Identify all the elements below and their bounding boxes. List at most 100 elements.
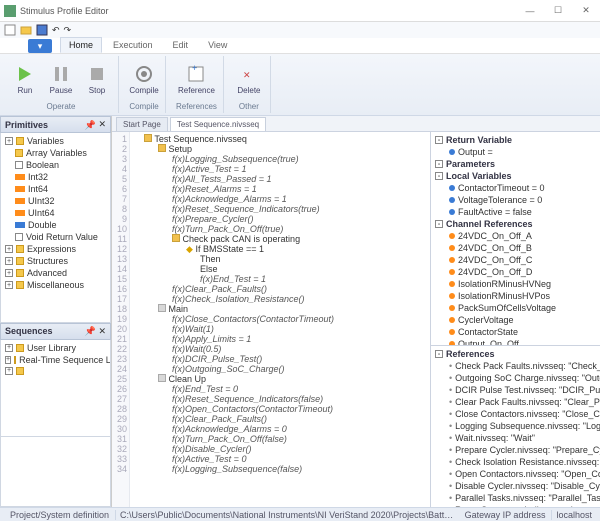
code-line[interactable]: f(x)Reset_Sequence_Indicators(true)	[134, 204, 426, 214]
code-line[interactable]: f(x)Disable_Cycler()	[134, 444, 426, 454]
code-line[interactable]: Clean Up	[134, 374, 426, 384]
code-line[interactable]: f(x)Close_Contactors(ContactorTimeout)	[134, 314, 426, 324]
pin-icon[interactable]: 📌	[84, 326, 94, 336]
ref-item[interactable]: •Parallel Tasks.nivsseq: "Parallel_Tasks…	[435, 492, 596, 504]
tree-node[interactable]: UInt32	[3, 195, 108, 207]
ref-item[interactable]: •Disable Cycler.nivsseq: "Disable_Cycler…	[435, 480, 596, 492]
code-line[interactable]: f(x)Wait(1)	[134, 324, 426, 334]
primitives-header[interactable]: Primitives 📌 ✕	[0, 116, 111, 133]
section-header[interactable]: - Channel References	[435, 218, 596, 230]
var-item[interactable]: VoltageTolerance = 0	[435, 194, 596, 206]
doctab-sequence[interactable]: Test Sequence.nivsseq	[170, 117, 266, 131]
sequence-editor[interactable]: Test Sequence.nivsseq Setup f(x)Logging_…	[130, 132, 430, 507]
code-line[interactable]: f(x)Active_Test = 0	[134, 454, 426, 464]
ref-item[interactable]: •Wait.nivsseq: "Wait"	[435, 432, 596, 444]
code-line[interactable]: f(x)Clear_Pack_Faults()	[134, 414, 426, 424]
tree-node[interactable]: UInt64	[3, 207, 108, 219]
section-header[interactable]: - References	[435, 348, 596, 360]
var-item[interactable]: 24VDC_On_Off_D	[435, 266, 596, 278]
code-line[interactable]: f(x)Check_Isolation_Resistance()	[134, 294, 426, 304]
var-item[interactable]: 24VDC_On_Off_A	[435, 230, 596, 242]
section-header[interactable]: - Return Variable	[435, 134, 596, 146]
var-item[interactable]: IsolationRMinusHVPos	[435, 290, 596, 302]
code-line[interactable]: f(x)End_Test = 1	[134, 274, 426, 284]
close-panel-icon[interactable]: ✕	[98, 326, 106, 337]
code-line[interactable]: f(x)End_Test = 0	[134, 384, 426, 394]
code-line[interactable]: f(x)Open_Contactors(ContactorTimeout)	[134, 404, 426, 414]
var-item[interactable]: ContactorState	[435, 326, 596, 338]
ref-item[interactable]: •Prepare Cycler.nivsseq: "Prepare_Cycler…	[435, 444, 596, 456]
var-item[interactable]: 24VDC_On_Off_C	[435, 254, 596, 266]
variables-panel[interactable]: - Return VariableOutput = - Parameters- …	[431, 132, 600, 346]
ref-item[interactable]: •Outgoing SoC Charge.nivsseq: "Outgoing_…	[435, 372, 596, 384]
var-item[interactable]: Output_On_Off	[435, 338, 596, 346]
tab-edit[interactable]: Edit	[164, 37, 198, 53]
code-line[interactable]: f(x)Prepare_Cycler()	[134, 214, 426, 224]
code-line[interactable]: Then	[134, 254, 426, 264]
code-line[interactable]: f(x)Turn_Pack_On_Off(true)	[134, 224, 426, 234]
maximize-button[interactable]: ☐	[548, 3, 568, 19]
undo-icon[interactable]: ↶	[52, 25, 60, 36]
references-panel[interactable]: - References•Check Pack Faults.nivsseq: …	[431, 346, 600, 507]
open-icon[interactable]	[20, 24, 32, 36]
code-line[interactable]: f(x)Turn_Pack_On_Off(false)	[134, 434, 426, 444]
tree-node[interactable]: Boolean	[3, 159, 108, 171]
code-line[interactable]: f(x)Clear_Pack_Faults()	[134, 284, 426, 294]
compile-button[interactable]: Compile	[129, 64, 159, 95]
doctab-start[interactable]: Start Page	[116, 117, 168, 131]
redo-icon[interactable]: ↷	[64, 25, 72, 36]
code-line[interactable]: Setup	[134, 144, 426, 154]
pin-icon[interactable]: 📌	[84, 120, 94, 130]
ref-item[interactable]: •DCIR Pulse Test.nivsseq: "DCIR_Pulse_Te…	[435, 384, 596, 396]
tree-node[interactable]: +Advanced	[3, 267, 108, 279]
tab-home[interactable]: Home	[60, 37, 102, 53]
tree-node[interactable]: +Structures	[3, 255, 108, 267]
status-project[interactable]: Project/System definition	[4, 510, 116, 520]
code-line[interactable]: f(x)Reset_Alarms = 1	[134, 184, 426, 194]
tree-node[interactable]: +Variables	[3, 135, 108, 147]
stop-button[interactable]: Stop	[82, 64, 112, 95]
tree-node[interactable]: +	[3, 366, 108, 376]
code-line[interactable]: f(x)Acknowledge_Alarms = 0	[134, 424, 426, 434]
close-button[interactable]: ✕	[576, 3, 596, 19]
ref-item[interactable]: •Open Contactors.nivsseq: "Open_Contacto…	[435, 468, 596, 480]
file-menu[interactable]: ▾	[28, 39, 52, 53]
ref-item[interactable]: •Logging Subsequence.nivsseq: "Logging_S…	[435, 420, 596, 432]
code-line[interactable]: f(x)Reset_Sequence_Indicators(false)	[134, 394, 426, 404]
code-line[interactable]: f(x)Acknowledge_Alarms = 1	[134, 194, 426, 204]
run-button[interactable]: Run	[10, 64, 40, 95]
pause-button[interactable]: Pause	[46, 64, 76, 95]
tree-node[interactable]: Int64	[3, 183, 108, 195]
sequences-tree[interactable]: +User Library+Real-Time Sequence Library…	[0, 340, 111, 437]
primitives-tree[interactable]: +VariablesArray VariablesBooleanInt32Int…	[0, 133, 111, 323]
var-item[interactable]: PackSumOfCellsVoltage	[435, 302, 596, 314]
var-item[interactable]: CyclerVoltage	[435, 314, 596, 326]
tree-node[interactable]: +Expressions	[3, 243, 108, 255]
code-line[interactable]: Test Sequence.nivsseq	[134, 134, 426, 144]
code-line[interactable]: f(x)Logging_Subsequence(true)	[134, 154, 426, 164]
tab-execution[interactable]: Execution	[104, 37, 162, 53]
code-line[interactable]: f(x)DCIR_Pulse_Test()	[134, 354, 426, 364]
tree-node[interactable]: Void Return Value	[3, 231, 108, 243]
code-line[interactable]: f(x)All_Tests_Passed = 1	[134, 174, 426, 184]
code-line[interactable]: f(x)Active_Test = 1	[134, 164, 426, 174]
tree-node[interactable]: Double	[3, 219, 108, 231]
code-line[interactable]: Main	[134, 304, 426, 314]
ref-item[interactable]: •Close Contactors.nivsseq: "Close_Contac…	[435, 408, 596, 420]
code-line[interactable]: f(x)Outgoing_SoC_Charge()	[134, 364, 426, 374]
var-item[interactable]: IsolationRMinusHVNeg	[435, 278, 596, 290]
code-line[interactable]: f(x)Logging_Subsequence(false)	[134, 464, 426, 474]
code-line[interactable]: Else	[134, 264, 426, 274]
section-header[interactable]: - Parameters	[435, 158, 596, 170]
code-line[interactable]: f(x)Wait(0.5)	[134, 344, 426, 354]
tree-node[interactable]: Int32	[3, 171, 108, 183]
tree-node[interactable]: +Real-Time Sequence Library	[3, 354, 108, 366]
code-line[interactable]: ◆ If BMSState == 1	[134, 244, 426, 254]
new-icon[interactable]	[4, 24, 16, 36]
ref-item[interactable]: •Check Isolation Resistance.nivsseq: "Ch…	[435, 456, 596, 468]
var-item[interactable]: ContactorTimeout = 0	[435, 182, 596, 194]
code-line[interactable]: f(x)Apply_Limits = 1	[134, 334, 426, 344]
close-panel-icon[interactable]: ✕	[98, 119, 106, 130]
minimize-button[interactable]: —	[520, 3, 540, 19]
var-item[interactable]: 24VDC_On_Off_B	[435, 242, 596, 254]
